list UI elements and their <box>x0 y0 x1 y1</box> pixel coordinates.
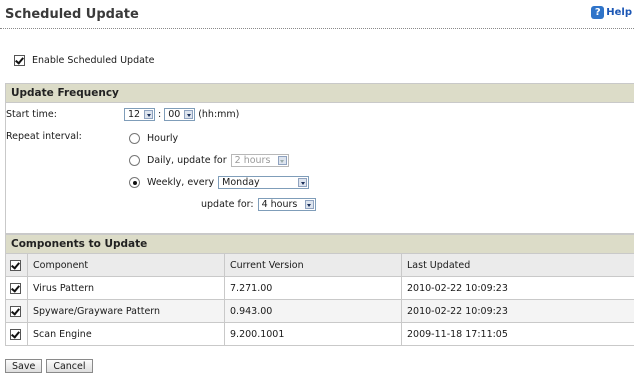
save-button[interactable]: Save <box>5 359 43 373</box>
weekly-day-select[interactable]: Monday <box>218 176 310 189</box>
help-label: Help <box>606 7 632 18</box>
daily-option[interactable]: Daily, update for 2 hours <box>129 154 289 167</box>
weekly-update-for-row: update for: 4 hours <box>201 198 316 211</box>
weekly-label: Weekly, every <box>147 177 215 188</box>
table-row: Virus Pattern 7.271.00 2010-02-22 10:09:… <box>6 276 634 300</box>
select-all-cell <box>6 253 28 277</box>
component-version: 7.271.00 <box>224 276 402 300</box>
daily-label: Daily, update for <box>147 155 227 166</box>
chevron-down-icon <box>144 110 153 119</box>
component-version: 0.943.00 <box>224 299 402 323</box>
enable-scheduled-update-label: Enable Scheduled Update <box>32 55 155 66</box>
component-last-updated: 2010-02-22 10:09:23 <box>401 299 634 323</box>
title-divider <box>0 28 634 29</box>
table-header-row: Component Current Version Last Updated <box>6 253 634 277</box>
component-name: Virus Pattern <box>27 276 225 300</box>
components-panel: Components to Update Component Current V… <box>5 234 634 346</box>
hour-select[interactable]: 12 <box>124 108 155 121</box>
weekly-duration-select[interactable]: 4 hours <box>257 198 316 211</box>
repeat-interval-label: Repeat interval: <box>6 131 82 142</box>
update-frequency-heading: Update Frequency <box>6 84 634 103</box>
daily-duration-select[interactable]: 2 hours <box>230 154 289 167</box>
start-time-label: Start time: <box>6 109 57 120</box>
weekly-update-for-label: update for: <box>201 199 254 210</box>
column-header-component: Component <box>27 253 225 277</box>
time-separator: : <box>158 109 162 120</box>
chevron-down-icon <box>298 178 308 187</box>
row-checkbox-cell <box>6 299 28 323</box>
chevron-down-icon <box>184 110 194 119</box>
component-last-updated: 2010-02-22 10:09:23 <box>401 276 634 300</box>
column-header-version: Current Version <box>224 253 402 277</box>
table-row: Spyware/Grayware Pattern 0.943.00 2010-0… <box>6 299 634 323</box>
time-format-hint: (hh:mm) <box>198 109 240 120</box>
chevron-down-icon <box>304 200 314 209</box>
hourly-label: Hourly <box>147 133 179 144</box>
component-name: Scan Engine <box>27 322 225 345</box>
repeat-interval-row: Repeat interval: <box>6 131 82 142</box>
components-table: Component Current Version Last Updated V… <box>6 253 634 345</box>
column-header-last-updated: Last Updated <box>401 253 634 277</box>
component-name: Spyware/Grayware Pattern <box>27 299 225 323</box>
row-checkbox[interactable] <box>10 328 21 340</box>
minute-select[interactable]: 00 <box>164 108 196 121</box>
page-title: Scheduled Update <box>5 7 139 22</box>
daily-radio[interactable] <box>129 155 140 166</box>
weekly-radio[interactable] <box>129 177 140 188</box>
cancel-button[interactable]: Cancel <box>46 359 93 373</box>
help-link[interactable]: ? Help <box>591 6 632 19</box>
components-heading: Components to Update <box>6 235 634 253</box>
row-checkbox[interactable] <box>10 282 21 294</box>
enable-scheduled-update-row: Enable Scheduled Update <box>14 55 155 66</box>
row-checkbox-cell <box>6 322 28 345</box>
hourly-option[interactable]: Hourly <box>129 133 178 144</box>
enable-scheduled-update-checkbox[interactable] <box>14 55 25 66</box>
select-all-checkbox[interactable] <box>10 259 21 271</box>
component-version: 9.200.1001 <box>224 322 402 345</box>
update-frequency-panel: Update Frequency Start time: 12 : 00 (hh… <box>5 83 634 234</box>
table-row: Scan Engine 9.200.1001 2009-11-18 17:11:… <box>6 322 634 345</box>
component-last-updated: 2009-11-18 17:11:05 <box>401 322 634 345</box>
row-checkbox-cell <box>6 276 28 300</box>
chevron-down-icon <box>277 156 287 165</box>
hourly-radio[interactable] <box>129 133 140 144</box>
start-time-controls: 12 : 00 (hh:mm) <box>124 108 239 121</box>
row-checkbox[interactable] <box>10 305 21 317</box>
start-time-row: Start time: <box>6 109 57 120</box>
help-icon: ? <box>591 6 605 19</box>
weekly-option[interactable]: Weekly, every Monday <box>129 176 310 189</box>
form-buttons: Save Cancel <box>5 359 93 373</box>
